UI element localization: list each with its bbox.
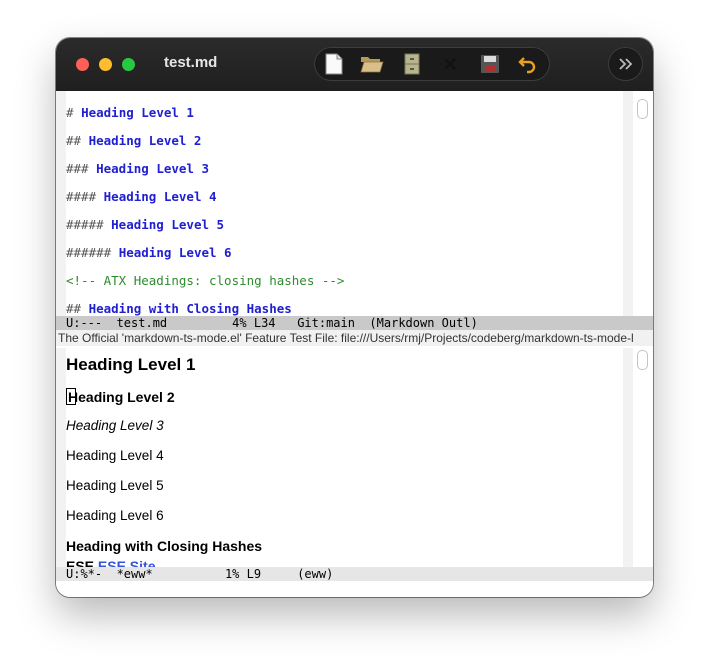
eww-render-pane[interactable]: Heading Level 1 Heading Level 2 Heading … <box>56 348 653 567</box>
close-window-button[interactable] <box>76 58 89 71</box>
echo-area[interactable] <box>56 581 653 597</box>
toolbar <box>314 47 550 81</box>
window-title: test.md <box>164 54 218 71</box>
zoom-window-button[interactable] <box>122 58 135 71</box>
scrollbar-track[interactable] <box>633 348 653 567</box>
source-line: #### Heading Level 4 <box>66 189 217 204</box>
left-fringe <box>56 348 66 567</box>
rendered-heading-1: Heading Level 1 <box>66 355 196 374</box>
mode-line-text: U:%*- *eww* 1% L9 (eww) <box>66 567 334 581</box>
header-line-text: The Official 'markdown-ts-mode.el' Featu… <box>58 331 634 345</box>
source-line: ### Heading Level 3 <box>66 161 209 176</box>
eww-header-line: The Official 'markdown-ts-mode.el' Featu… <box>56 330 653 346</box>
rendered-heading-4: Heading Level 4 <box>66 448 164 463</box>
rendered-heading-2: Heading Level 2 <box>66 388 175 405</box>
title-bar: test.md <box>56 38 653 91</box>
minimize-window-button[interactable] <box>99 58 112 71</box>
right-fringe <box>623 91 633 316</box>
source-line: ###### Heading Level 6 <box>66 245 232 260</box>
open-folder-icon[interactable] <box>360 52 384 76</box>
close-icon[interactable] <box>438 52 462 76</box>
right-fringe <box>623 348 633 567</box>
ese-site-link[interactable]: ESE Site <box>98 558 156 567</box>
source-line: ## Heading with Closing Hashes <box>66 301 292 316</box>
markdown-source-pane[interactable]: # Heading Level 1 ## Heading Level 2 ###… <box>56 91 653 316</box>
source-line: ## Heading Level 2 <box>66 133 202 148</box>
rendered-heading-3: Heading Level 3 <box>66 418 164 433</box>
undo-icon[interactable] <box>516 52 540 76</box>
source-comment: <!-- ATX Headings: closing hashes --> <box>66 273 345 288</box>
source-line: # Heading Level 1 <box>66 105 194 120</box>
mode-line-bottom[interactable]: U:%*- *eww* 1% L9 (eww) <box>56 567 653 581</box>
emacs-window: test.md # Heading Level 1 ## Heading Lev… <box>56 38 653 597</box>
save-icon[interactable] <box>478 52 502 76</box>
mode-line-top[interactable]: U:--- test.md 4% L34 Git:main (Markdown … <box>56 316 653 330</box>
mode-line-text: U:--- test.md 4% L34 Git:main (Markdown … <box>66 316 478 330</box>
scrollbar-thumb[interactable] <box>637 350 648 370</box>
new-file-icon[interactable] <box>322 52 346 76</box>
scrollbar-thumb[interactable] <box>637 99 648 119</box>
rendered-closing-heading: Heading with Closing Hashes <box>66 538 263 554</box>
chevron-double-right-icon <box>618 58 632 70</box>
scrollbar-track[interactable] <box>633 91 653 316</box>
rendered-heading-6: Heading Level 6 <box>66 508 164 523</box>
rendered-partial-line: ESE ESE Site <box>66 558 156 567</box>
toolbar-overflow-button[interactable] <box>608 47 643 81</box>
file-cabinet-icon[interactable] <box>400 52 424 76</box>
rendered-heading-5: Heading Level 5 <box>66 478 164 493</box>
source-line: ##### Heading Level 5 <box>66 217 225 232</box>
left-fringe <box>56 91 66 316</box>
